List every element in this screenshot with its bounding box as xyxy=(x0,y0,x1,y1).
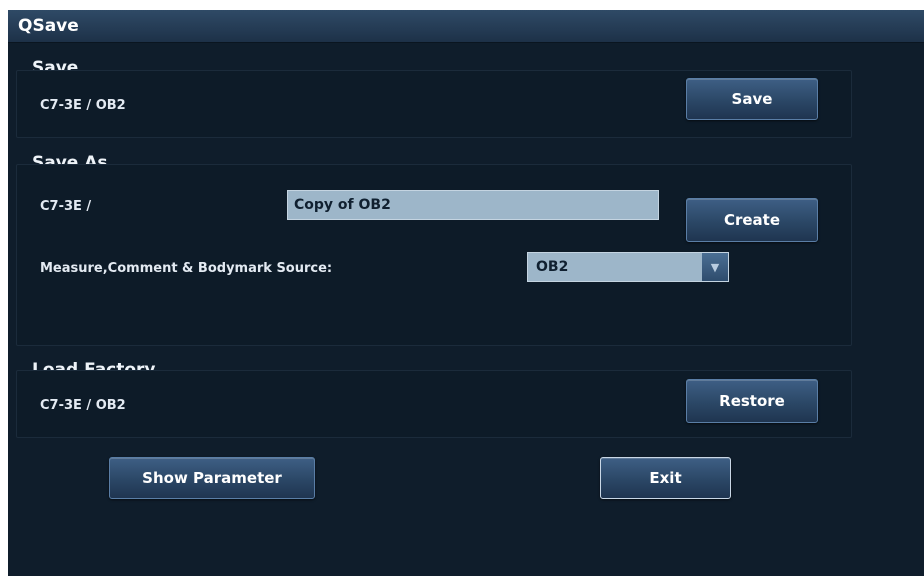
load-factory-probe-exam: C7-3E / OB2 xyxy=(40,398,126,413)
source-select[interactable]: OB2 ▼ xyxy=(527,252,729,282)
chevron-down-icon[interactable]: ▼ xyxy=(702,253,728,281)
save-probe-exam: C7-3E / OB2 xyxy=(40,98,126,113)
source-label: Measure,Comment & Bodymark Source: xyxy=(40,261,333,276)
save-as-probe-prefix: C7-3E / xyxy=(40,199,92,214)
restore-button[interactable]: Restore xyxy=(686,379,818,423)
qsave-dialog: QSave Save C7-3E / OB2 Save Save As C7-3… xyxy=(8,10,924,576)
save-as-name-input[interactable]: Copy of OB2 xyxy=(287,190,659,220)
title-bar: QSave xyxy=(8,10,924,43)
create-button[interactable]: Create xyxy=(686,198,818,242)
window-title: QSave xyxy=(18,16,79,36)
exit-button[interactable]: Exit xyxy=(600,457,731,499)
source-select-value: OB2 xyxy=(536,259,569,275)
show-parameter-button[interactable]: Show Parameter xyxy=(109,457,315,499)
save-button[interactable]: Save xyxy=(686,78,818,120)
